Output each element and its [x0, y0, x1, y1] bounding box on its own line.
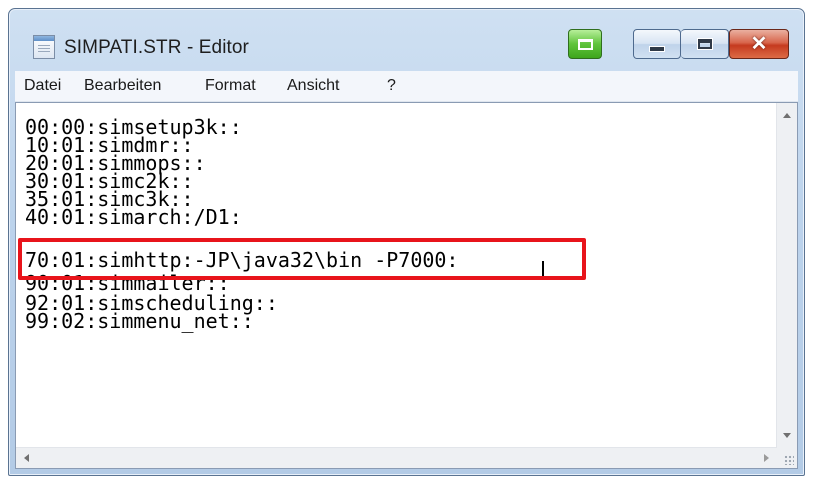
horizontal-scrollbar[interactable]	[16, 447, 777, 468]
menu-ansicht[interactable]: Ansicht	[287, 77, 339, 95]
window-title: SIMPATI.STR - Editor	[64, 37, 249, 58]
close-icon: ✕	[750, 33, 768, 55]
text-content[interactable]: 00:00:simsetup3k:: 10:01:simdmr:: 20:01:…	[18, 105, 781, 431]
close-button[interactable]: ✕	[729, 29, 789, 59]
maximize-button[interactable]	[681, 29, 729, 59]
title-bar[interactable]: SIMPATI.STR - Editor ✕	[9, 9, 804, 71]
scroll-right-icon[interactable]	[764, 454, 769, 462]
green-edit-button[interactable]	[568, 29, 602, 59]
menu-datei[interactable]: Datei	[24, 77, 61, 95]
vertical-scrollbar[interactable]	[776, 103, 797, 448]
text-line: 40:01:simarch:/D1:	[25, 205, 242, 229]
notepad-document-icon[interactable]	[33, 35, 55, 59]
scroll-up-icon[interactable]	[783, 113, 791, 118]
minimize-icon	[649, 46, 665, 52]
scroll-down-icon[interactable]	[783, 433, 791, 438]
menu-help[interactable]: ?	[387, 77, 396, 95]
scroll-left-icon[interactable]	[24, 454, 29, 462]
menu-format[interactable]: Format	[205, 77, 256, 95]
text-editor[interactable]: 00:00:simsetup3k:: 10:01:simdmr:: 20:01:…	[15, 102, 798, 469]
green-edit-icon	[577, 38, 593, 50]
resize-grip-icon[interactable]	[784, 455, 794, 465]
minimize-button[interactable]	[633, 29, 681, 59]
text-line: 99:02:simmenu_net::	[25, 309, 254, 333]
editor-window: SIMPATI.STR - Editor ✕ Datei Bearbeiten …	[8, 8, 805, 476]
menu-bearbeiten[interactable]: Bearbeiten	[84, 77, 161, 95]
maximize-icon	[696, 38, 713, 50]
highlight-box	[18, 238, 586, 280]
resize-corner[interactable]	[777, 448, 797, 468]
menu-bar: Datei Bearbeiten Format Ansicht ?	[15, 71, 798, 102]
